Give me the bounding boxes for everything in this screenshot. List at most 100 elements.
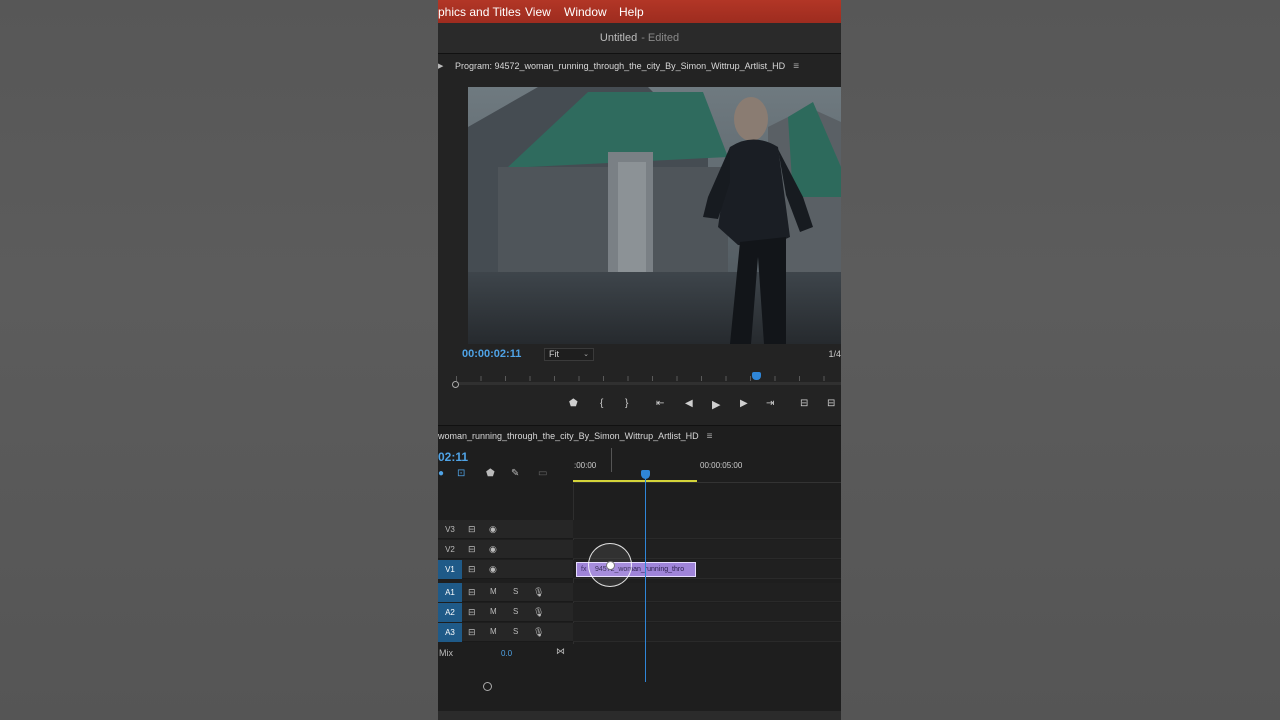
zoom-knob[interactable]	[483, 682, 492, 691]
step-forward-icon[interactable]: ▶	[740, 398, 748, 409]
chevron-down-icon: ⌄	[583, 351, 589, 358]
play-icon[interactable]: ▶	[712, 398, 720, 411]
marker-icon[interactable]: ⬟	[569, 398, 578, 409]
sync-lock-icon[interactable]: ⊟	[468, 627, 476, 638]
program-video-frame[interactable]	[468, 87, 841, 344]
nest-toggle-icon[interactable]: ●	[438, 468, 444, 479]
ruler-underline	[573, 482, 841, 483]
track-name[interactable]: V1	[438, 560, 462, 579]
track-header: V1 ⊟ ◉	[438, 560, 573, 579]
timeline-panel: woman_running_through_the_city_By_Simon_…	[438, 425, 841, 720]
sync-lock-icon[interactable]: ⊟	[468, 587, 476, 598]
sequence-tab[interactable]: woman_running_through_the_city_By_Simon_…	[438, 431, 699, 441]
eye-icon[interactable]: ◉	[489, 524, 497, 535]
ruler-tick	[611, 448, 612, 472]
go-to-out-icon[interactable]: ⇥	[766, 398, 774, 409]
timeline-header: woman_running_through_the_city_By_Simon_…	[438, 426, 841, 446]
track-row-v2: V2 ⊟ ◉	[438, 540, 841, 560]
sync-lock-icon[interactable]: ⊟	[468, 607, 476, 618]
mark-out-icon[interactable]: }	[625, 398, 628, 409]
program-panel-header: Program: 94572_woman_running_through_the…	[438, 54, 841, 78]
fx-badge: fx	[581, 566, 587, 573]
resolution-select[interactable]: 1/4	[828, 349, 841, 359]
track-row-v3: V3 ⊟ ◉	[438, 520, 841, 540]
time-ruler[interactable]: :00:00 00:00:05:00	[573, 448, 841, 484]
track-lane[interactable]	[573, 603, 841, 622]
menu-view[interactable]: View	[525, 5, 551, 19]
microphone-icon[interactable]: 🎙	[533, 627, 544, 638]
track-lane[interactable]	[573, 623, 841, 642]
title-bar: Untitled - Edited	[438, 23, 841, 53]
microphone-icon[interactable]: 🎙	[533, 587, 544, 598]
solo-button[interactable]: S	[513, 587, 518, 596]
track-header: A1 ⊟ M S 🎙	[438, 583, 573, 602]
add-marker-icon[interactable]: ⬟	[486, 468, 495, 479]
sync-lock-icon[interactable]: ⊟	[468, 524, 476, 535]
panel-menu-icon[interactable]: ≡	[707, 431, 713, 442]
scrubber-ticks	[456, 376, 841, 381]
mute-button[interactable]: M	[490, 587, 497, 596]
track-row-a2: A2 ⊟ M S 🎙	[438, 603, 841, 623]
track-name[interactable]: A3	[438, 623, 462, 642]
left-background	[0, 0, 438, 720]
wrench-icon[interactable]: ✎	[511, 468, 519, 479]
panel-menu-icon[interactable]: ≡	[793, 61, 799, 72]
premiere-window: phics and Titles View Window Help Untitl…	[438, 0, 841, 720]
timeline-playhead-line[interactable]	[645, 470, 646, 682]
ruler-start-label: :00:00	[574, 461, 597, 470]
extract-icon[interactable]: ⊟	[827, 398, 835, 409]
track-row-a1: A1 ⊟ M S 🎙	[438, 583, 841, 603]
right-background	[841, 0, 1280, 720]
program-timecode[interactable]: 00:00:02:11	[462, 348, 521, 360]
program-scrubber[interactable]	[452, 372, 841, 388]
timeline-zoom-scrollbar[interactable]	[438, 682, 841, 696]
track-row-a3: A3 ⊟ M S 🎙	[438, 623, 841, 643]
video-frame-image	[468, 87, 841, 344]
menu-help[interactable]: Help	[619, 5, 644, 19]
program-title[interactable]: Program: 94572_woman_running_through_the…	[455, 61, 785, 71]
track-name[interactable]: A1	[438, 583, 462, 602]
captions-icon[interactable]: ▭	[538, 468, 547, 479]
mark-in-icon[interactable]: {	[600, 398, 603, 409]
track-name[interactable]: A2	[438, 603, 462, 622]
timeline-tools: ● ⊡ ⬟ ✎ ▭	[438, 468, 573, 482]
bowtie-icon[interactable]: ⋈	[556, 646, 565, 657]
track-header: A2 ⊟ M S 🎙	[438, 603, 573, 622]
document-title: Untitled	[599, 32, 638, 44]
track-header: V2 ⊟ ◉	[438, 540, 573, 559]
go-to-in-icon[interactable]: ⇤	[656, 398, 664, 409]
track-name[interactable]: V3	[438, 520, 462, 539]
solo-button[interactable]: S	[513, 607, 518, 616]
cursor-icon	[606, 561, 615, 570]
fit-dropdown[interactable]: Fit ⌄	[544, 348, 594, 361]
track-name[interactable]: V2	[438, 540, 462, 559]
mix-label: Mix	[439, 648, 453, 658]
program-monitor-panel: ▶ Program: 94572_woman_running_through_t…	[438, 53, 841, 425]
track-lane[interactable]	[573, 520, 841, 539]
eye-icon[interactable]: ◉	[489, 564, 497, 575]
lift-icon[interactable]: ⊟	[800, 398, 808, 409]
mix-row: Mix 0.0 ⋈	[438, 643, 841, 663]
menu-window[interactable]: Window	[564, 5, 607, 19]
fit-value: Fit	[549, 349, 559, 359]
sync-lock-icon[interactable]: ⊟	[468, 564, 476, 575]
timeline-timecode[interactable]: 02:11	[438, 450, 468, 464]
snap-icon[interactable]: ⊡	[457, 468, 465, 479]
track-header: A3 ⊟ M S 🎙	[438, 623, 573, 642]
program-timecode-row: 00:00:02:11 Fit ⌄ 1/4	[438, 346, 841, 366]
mute-button[interactable]: M	[490, 627, 497, 636]
track-header: V3 ⊟ ◉	[438, 520, 573, 539]
mix-value[interactable]: 0.0	[501, 649, 512, 658]
microphone-icon[interactable]: 🎙	[533, 607, 544, 618]
menu-graphics-and-titles[interactable]: phics and Titles	[438, 5, 521, 19]
mute-button[interactable]: M	[490, 607, 497, 616]
transport-controls: ⬟ { } ⇤ ◀ ▶ ▶ ⇥ ⊟ ⊟	[438, 398, 841, 414]
menu-bar: phics and Titles View Window Help	[438, 0, 841, 23]
bottom-strip	[438, 711, 841, 720]
eye-icon[interactable]: ◉	[489, 544, 497, 555]
scrubber-zoom-knob[interactable]	[452, 381, 459, 388]
step-back-icon[interactable]: ◀	[685, 398, 693, 409]
solo-button[interactable]: S	[513, 627, 518, 636]
edited-status: - Edited	[641, 32, 680, 44]
sync-lock-icon[interactable]: ⊟	[468, 544, 476, 555]
